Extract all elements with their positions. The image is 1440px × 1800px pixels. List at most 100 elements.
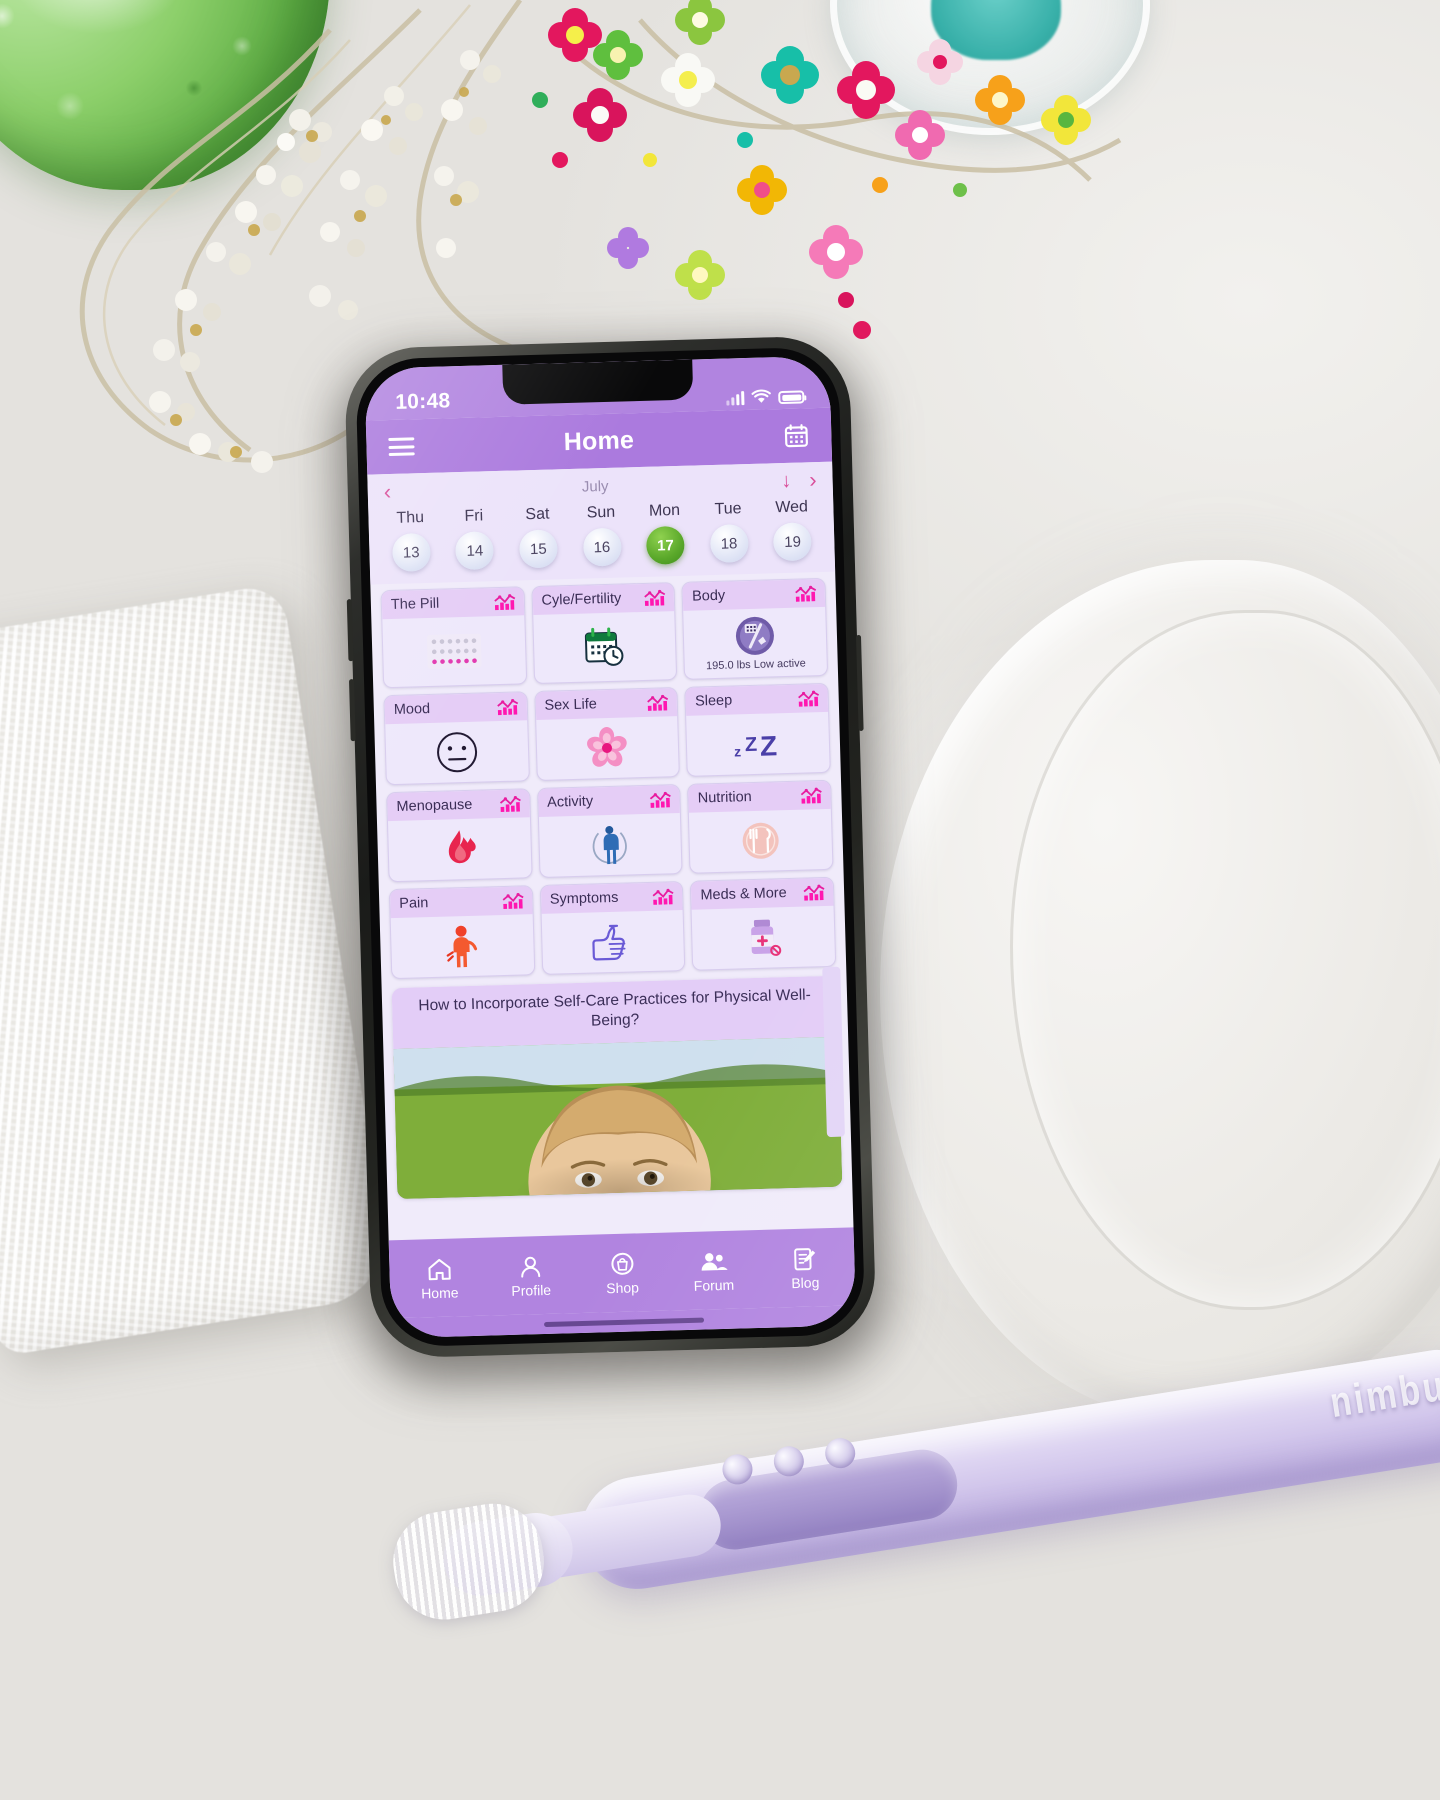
- calendar-date-15[interactable]: 15: [518, 529, 558, 569]
- card-body: z Z Z: [686, 712, 829, 776]
- flame-icon: [448, 830, 476, 864]
- person-icon: [521, 1256, 541, 1278]
- bar-chart-icon[interactable]: [495, 697, 519, 716]
- chevron-right-icon[interactable]: ›: [809, 467, 817, 492]
- bar-chart-icon[interactable]: [492, 593, 516, 612]
- card-header: Cyle/Fertility: [532, 583, 675, 616]
- body-scale-icon: [736, 616, 775, 655]
- tab-label: Profile: [511, 1281, 552, 1299]
- bar-chart-icon[interactable]: [643, 588, 667, 607]
- phone-screen: 10:48 Home ‹ July ↓ › Thu Fri Sat Sun Mo…: [364, 355, 857, 1339]
- page-title: Home: [563, 425, 635, 456]
- phone-notch: [501, 359, 693, 405]
- calendar-icon[interactable]: [783, 422, 810, 449]
- calendar-weekday: Tue: [714, 500, 742, 518]
- cherry-blossom-icon: [587, 727, 628, 767]
- volume-button[interactable]: [346, 599, 354, 662]
- card-body: [692, 906, 835, 970]
- calendar-date-14[interactable]: 14: [455, 531, 495, 571]
- calendar-weekday: Mon: [648, 501, 681, 520]
- tab-profile[interactable]: Profile: [485, 1253, 578, 1300]
- calendar-clock-icon: [585, 627, 624, 666]
- shop-bag-icon: [610, 1252, 633, 1275]
- hamburger-menu-icon[interactable]: [388, 437, 415, 457]
- bar-chart-icon[interactable]: [796, 689, 820, 708]
- card-header: Mood: [384, 692, 527, 725]
- article-image: [393, 1028, 843, 1199]
- fork-knife-plate-icon: [742, 822, 779, 859]
- volume-button-down[interactable]: [348, 679, 356, 742]
- card-header: Nutrition: [688, 780, 831, 813]
- bar-chart-icon[interactable]: [651, 887, 675, 906]
- bar-chart-icon[interactable]: [498, 794, 522, 813]
- arrow-down-icon[interactable]: ↓: [781, 470, 792, 492]
- bar-chart-icon[interactable]: [649, 790, 673, 809]
- bar-chart-icon[interactable]: [501, 891, 525, 910]
- calendar-date-18[interactable]: 18: [709, 524, 749, 564]
- card-title: Mood: [393, 700, 431, 718]
- card-title: Cyle/Fertility: [541, 590, 622, 609]
- person-pain-icon: [446, 925, 477, 968]
- calendar-date-17-selected[interactable]: 17: [645, 525, 685, 565]
- tracker-card-sex-life[interactable]: Sex Life: [534, 687, 681, 782]
- tracker-card-sleep[interactable]: Sleep z Z Z: [684, 682, 831, 777]
- card-title: Sleep: [694, 692, 733, 710]
- tab-home[interactable]: Home: [393, 1256, 486, 1303]
- body-weight-value: 195.0 lbs Low active: [705, 657, 806, 673]
- calendar-date-16[interactable]: 16: [582, 527, 622, 567]
- tracker-card-nutrition[interactable]: Nutrition: [687, 779, 834, 874]
- calendar-weekday: Wed: [775, 498, 809, 517]
- card-body: [382, 615, 525, 687]
- battery-full-icon: [778, 390, 805, 405]
- sleep-zzz-icon: z Z Z: [734, 730, 778, 761]
- card-body: [385, 720, 528, 784]
- article-card[interactable]: How to Incorporate Self-Care Practices f…: [391, 975, 843, 1199]
- card-header: Sex Life: [535, 688, 678, 721]
- tracker-card-menopause[interactable]: Menopause: [386, 788, 533, 883]
- vertical-scrollbar[interactable]: [822, 966, 845, 1138]
- card-body: [533, 611, 677, 683]
- tracker-card-cycle-fertility[interactable]: Cyle/Fertility: [531, 582, 678, 685]
- phone-bezel: 10:48 Home ‹ July ↓ › Thu Fri Sat Sun Mo…: [355, 346, 866, 1348]
- status-time: 10:48: [394, 389, 451, 414]
- thumbs-up-icon: [592, 924, 627, 961]
- card-body: [539, 813, 682, 877]
- card-title: Nutrition: [697, 789, 752, 807]
- tab-blog[interactable]: Blog: [759, 1245, 852, 1292]
- tab-shop[interactable]: Shop: [576, 1251, 669, 1298]
- card-title: Symptoms: [549, 889, 619, 908]
- bar-chart-icon[interactable]: [646, 693, 670, 712]
- smartphone: 10:48 Home ‹ July ↓ › Thu Fri Sat Sun Mo…: [325, 323, 894, 1388]
- tracker-card-body[interactable]: Body 195.0 lbs Low active: [681, 577, 829, 680]
- house-icon: [428, 1258, 451, 1281]
- tab-label: Shop: [606, 1279, 640, 1297]
- tracker-card-symptoms[interactable]: Symptoms: [539, 880, 686, 975]
- calendar-date-13[interactable]: 13: [391, 532, 431, 572]
- card-header: Sleep: [685, 683, 829, 716]
- tracker-card-meds-and-more[interactable]: Meds & More: [690, 876, 837, 971]
- card-title: Activity: [546, 793, 594, 811]
- neutral-face-icon: [436, 732, 477, 773]
- card-header: Activity: [537, 785, 681, 817]
- tab-label: Forum: [693, 1276, 735, 1294]
- card-header: Meds & More: [691, 877, 834, 910]
- card-header: Body: [682, 578, 826, 611]
- tracker-card-mood[interactable]: Mood: [383, 691, 530, 786]
- calendar-weekday: Fri: [464, 507, 484, 525]
- card-body: [689, 809, 832, 873]
- tracker-card-activity[interactable]: Activity: [536, 784, 683, 878]
- bar-chart-icon[interactable]: [799, 786, 823, 805]
- tab-forum[interactable]: Forum: [667, 1248, 760, 1295]
- calendar-weekday: Sun: [586, 503, 616, 522]
- tracker-card-pain[interactable]: Pain: [388, 885, 535, 980]
- svg-text:Z: Z: [760, 730, 778, 761]
- chevron-left-icon[interactable]: ‹: [383, 479, 391, 504]
- card-body: [536, 716, 679, 780]
- calendar-weekday: Sat: [525, 505, 550, 524]
- tracker-card-the-pill[interactable]: The Pill: [380, 586, 527, 689]
- svg-text:Z: Z: [745, 734, 758, 756]
- bar-chart-icon[interactable]: [794, 584, 818, 603]
- card-body: [391, 914, 534, 978]
- bar-chart-icon[interactable]: [802, 883, 826, 902]
- calendar-date-19[interactable]: 19: [773, 522, 813, 562]
